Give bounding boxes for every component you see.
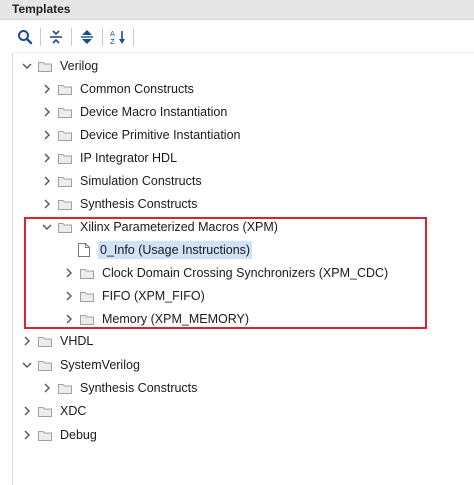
chevron-right-icon[interactable] bbox=[20, 404, 34, 418]
toolbar-separator bbox=[40, 28, 41, 46]
folder-icon bbox=[38, 406, 52, 417]
collapse-all-icon bbox=[48, 29, 64, 45]
folder-icon bbox=[38, 336, 52, 347]
panel-title: Templates bbox=[12, 2, 71, 16]
tree-node-label: VHDL bbox=[60, 334, 94, 348]
toolbar-separator bbox=[102, 28, 103, 46]
tree-node-simulation-constructs[interactable]: Simulation Constructs bbox=[40, 170, 204, 192]
folder-icon bbox=[58, 383, 72, 394]
chevron-right-icon[interactable] bbox=[40, 128, 54, 142]
folder-icon bbox=[58, 176, 72, 187]
svg-text:A: A bbox=[110, 30, 115, 38]
tree-node-label: Debug bbox=[60, 428, 97, 442]
expand-all-button[interactable] bbox=[74, 25, 100, 49]
folder-icon bbox=[38, 360, 52, 371]
collapse-all-button[interactable] bbox=[43, 25, 69, 49]
tree-node-label: XDC bbox=[60, 404, 87, 418]
folder-icon bbox=[58, 153, 72, 164]
chevron-right-icon[interactable] bbox=[40, 105, 54, 119]
sort-button[interactable]: A Z bbox=[105, 25, 131, 49]
toolbar-separator bbox=[71, 28, 72, 46]
chevron-right-icon[interactable] bbox=[40, 151, 54, 165]
search-icon bbox=[17, 29, 33, 45]
tree-node-systemverilog[interactable]: SystemVerilog bbox=[20, 354, 142, 376]
chevron-right-icon[interactable] bbox=[40, 381, 54, 395]
tree-node-device-macro-instantiation[interactable]: Device Macro Instantiation bbox=[40, 101, 229, 123]
tree-node-xdc[interactable]: XDC bbox=[20, 400, 88, 422]
folder-icon bbox=[58, 130, 72, 141]
tree-node-label: SystemVerilog bbox=[60, 358, 140, 372]
expand-all-icon bbox=[79, 29, 95, 45]
folder-icon bbox=[58, 199, 72, 210]
sort-az-icon: A Z bbox=[109, 29, 127, 45]
folder-icon bbox=[58, 84, 72, 95]
tree-node-ip-integrator-hdl[interactable]: IP Integrator HDL bbox=[40, 147, 179, 169]
tree-node-vhdl[interactable]: VHDL bbox=[20, 330, 95, 352]
chevron-right-icon[interactable] bbox=[20, 428, 34, 442]
chevron-right-icon[interactable] bbox=[40, 174, 54, 188]
tree-node-verilog[interactable]: Verilog bbox=[20, 55, 100, 77]
toolbar: A Z bbox=[12, 24, 474, 50]
folder-icon bbox=[38, 430, 52, 441]
tree-node-label: Device Macro Instantiation bbox=[80, 105, 228, 119]
tree-node-label: Simulation Constructs bbox=[80, 174, 202, 188]
chevron-right-icon[interactable] bbox=[40, 82, 54, 96]
tree-node-label: Verilog bbox=[60, 59, 99, 73]
search-button[interactable] bbox=[12, 25, 38, 49]
folder-icon bbox=[38, 61, 52, 72]
tree-node-sv-synthesis-constructs[interactable]: Synthesis Constructs bbox=[40, 377, 199, 399]
svg-text:Z: Z bbox=[110, 38, 115, 45]
chevron-right-icon[interactable] bbox=[40, 197, 54, 211]
tree-node-label: Common Constructs bbox=[80, 82, 194, 96]
tree-node-device-primitive-instantiation[interactable]: Device Primitive Instantiation bbox=[40, 124, 242, 146]
tree-node-label: Device Primitive Instantiation bbox=[80, 128, 241, 142]
chevron-down-icon[interactable] bbox=[20, 358, 34, 372]
panel-header: Templates bbox=[0, 0, 474, 20]
tree-node-common-constructs[interactable]: Common Constructs bbox=[40, 78, 196, 100]
chevron-down-icon[interactable] bbox=[20, 59, 34, 73]
toolbar-separator bbox=[133, 28, 134, 46]
tree-node-label: Synthesis Constructs bbox=[80, 381, 198, 395]
tree-node-label: IP Integrator HDL bbox=[80, 151, 178, 165]
highlight-box bbox=[24, 217, 427, 329]
tree-node-synthesis-constructs[interactable]: Synthesis Constructs bbox=[40, 193, 199, 215]
chevron-right-icon[interactable] bbox=[20, 334, 34, 348]
tree-node-debug[interactable]: Debug bbox=[20, 424, 99, 446]
folder-icon bbox=[58, 107, 72, 118]
tree-node-label: Synthesis Constructs bbox=[80, 197, 198, 211]
